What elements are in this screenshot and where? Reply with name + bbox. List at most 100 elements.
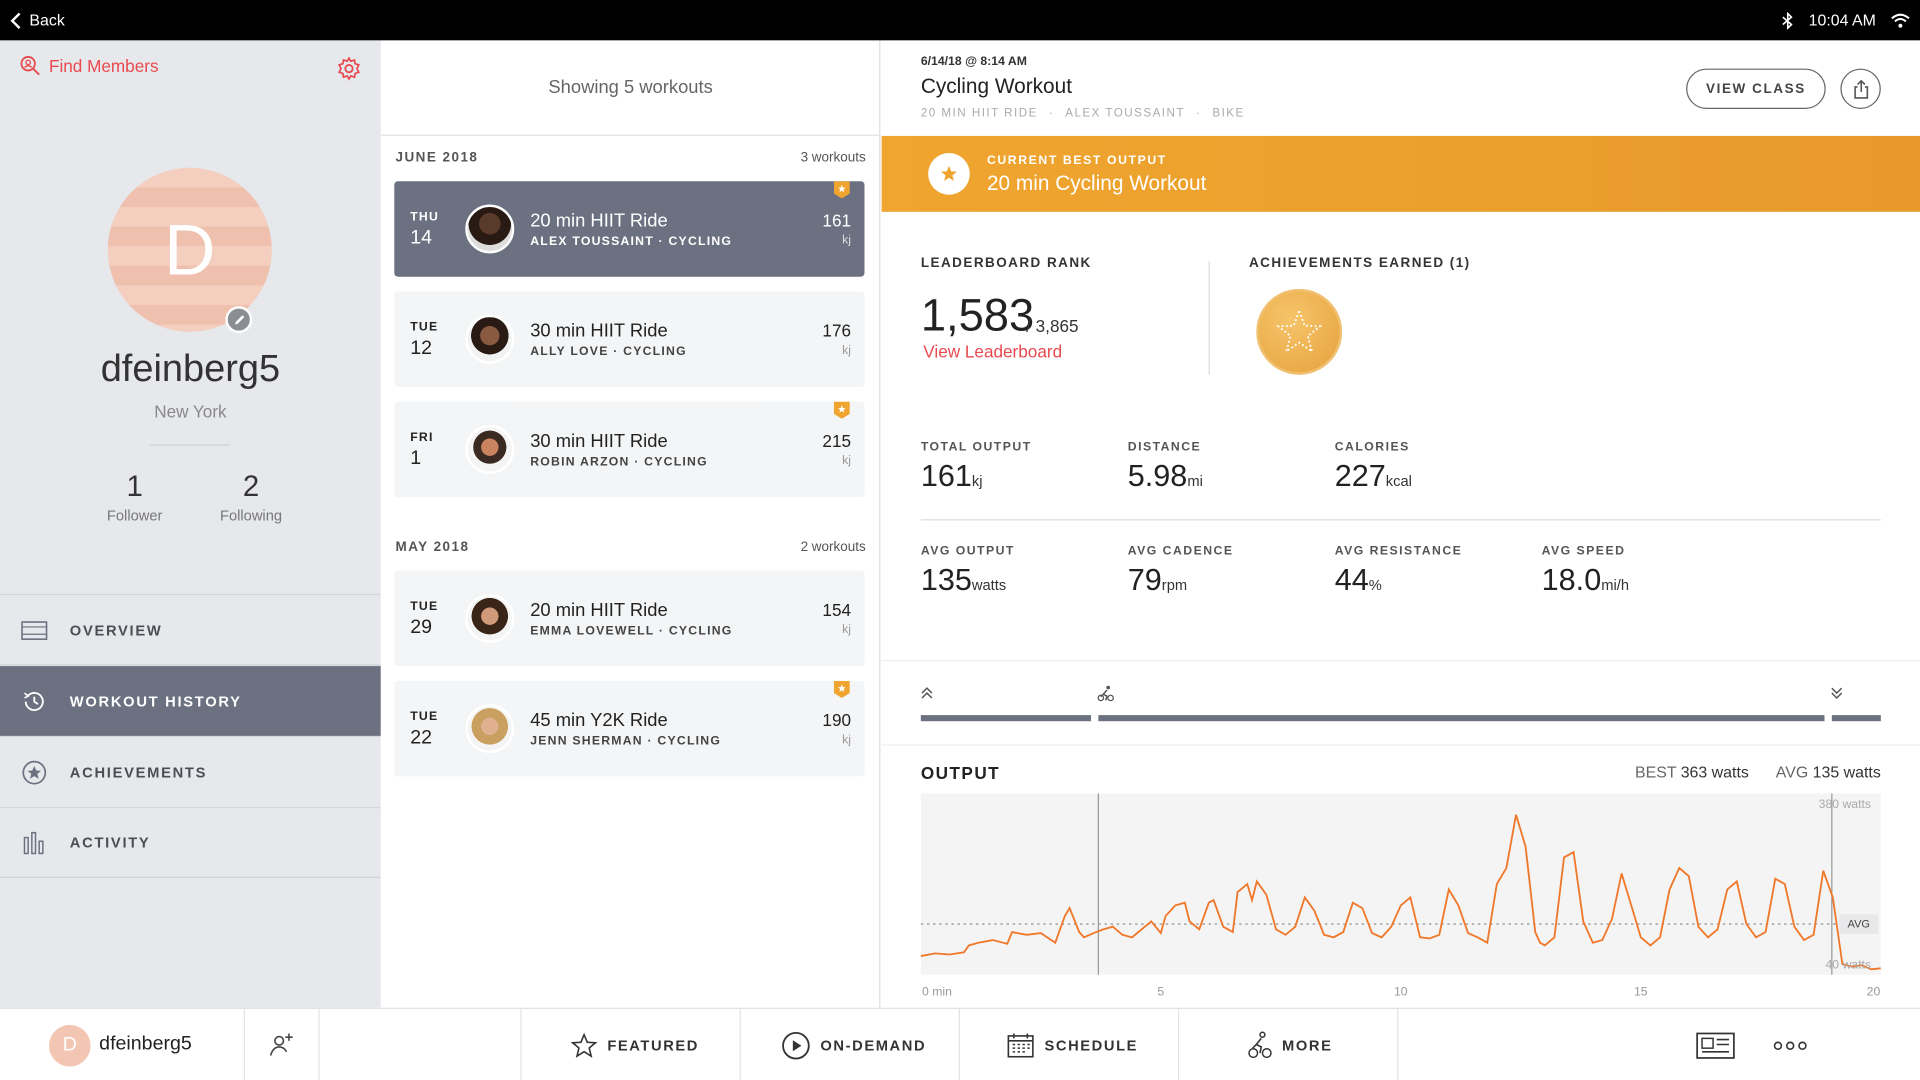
divider (318, 1008, 320, 1080)
y-tick-label: 380 watts (1819, 797, 1871, 811)
metric-avg-resistance: AVG RESISTANCE 44% (1335, 545, 1463, 599)
instructor-avatar (465, 704, 515, 754)
workout-output-unit: kj (842, 623, 852, 637)
workout-output: 176 (822, 320, 852, 341)
divider (520, 1008, 522, 1080)
back-label: Back (29, 11, 65, 30)
metric-unit: rpm (1161, 576, 1188, 594)
metric-label: AVG SPEED (1541, 544, 1626, 559)
news-icon[interactable] (1696, 1032, 1735, 1059)
gear-icon[interactable] (337, 56, 361, 81)
view-class-button[interactable]: VIEW CLASS (1686, 68, 1826, 109)
workout-day: THU (410, 210, 440, 225)
divider (1397, 1008, 1399, 1080)
bottom-nav-bar: D dfeinberg5 FEATURED ON-DEMAND SCHEDULE… (0, 1007, 1920, 1080)
metric-label: AVG RESISTANCE (1334, 544, 1463, 559)
nav-item-overview[interactable]: OVERVIEW (0, 593, 381, 665)
workout-card[interactable]: TUE 12 30 min HIIT Ride ALLY LOVE · CYCL… (394, 291, 865, 387)
instructor-avatar (465, 314, 515, 364)
metric-unit: watts (971, 576, 1007, 594)
more-label: MORE (1282, 1036, 1333, 1054)
leaderboard-rank: 1,583 (920, 290, 1035, 341)
workout-instructor: ALLY LOVE · CYCLING (530, 345, 687, 359)
best-output-workout: 20 min Cycling Workout (986, 171, 1207, 195)
edit-avatar-button[interactable] (225, 306, 253, 334)
workout-date: 22 (410, 727, 432, 749)
output-chart[interactable]: 380 watts 40 watts AVG 0 min 5 10 15 20 (920, 793, 1881, 1001)
nav-item-label: WORKOUT HISTORY (69, 692, 242, 710)
meta-class: 20 MIN HIIT RIDE (920, 106, 1038, 121)
x-axis: 0 min 5 10 15 20 (922, 985, 1880, 999)
star-icon (928, 153, 970, 195)
on-demand-tab[interactable]: ON-DEMAND (781, 1009, 926, 1080)
share-button[interactable] (1840, 68, 1881, 109)
metric-value: 5.98 (1127, 459, 1188, 494)
instructor-avatar (465, 204, 515, 254)
divider (739, 1008, 741, 1080)
best-badge-icon (833, 401, 850, 419)
workout-instructor: EMMA LOVEWELL · CYCLING (530, 624, 733, 638)
featured-tab[interactable]: FEATURED (570, 1009, 699, 1080)
search-people-icon (20, 56, 40, 76)
profile-location: New York (154, 401, 227, 422)
metric-avg-output: AVG OUTPUT 135watts (921, 545, 1015, 599)
avg-value: 135 watts (1812, 762, 1881, 782)
more-dots-icon[interactable] (1773, 1041, 1807, 1051)
metric-label: AVG CADENCE (1127, 544, 1234, 559)
divider (958, 1008, 961, 1080)
leaderboard-rank-label: LEADERBOARD RANK (920, 255, 1092, 271)
find-members-button[interactable]: Find Members (20, 55, 159, 77)
user-avatar[interactable]: D (48, 1024, 91, 1067)
avg-tag-label: AVG (1848, 919, 1870, 931)
schedule-tab[interactable]: SCHEDULE (1007, 1009, 1139, 1080)
followers-stat[interactable]: 1 Follower (86, 470, 184, 524)
view-leaderboard-link[interactable]: View Leaderboard (923, 342, 1062, 362)
workout-date: 1 (410, 448, 422, 469)
nav-item-workout-history[interactable]: WORKOUT HISTORY (0, 664, 381, 736)
nav-item-activity[interactable]: ACTIVITY (0, 806, 381, 878)
add-friend-icon[interactable] (268, 1031, 295, 1058)
nav-item-achievements[interactable]: ACHIEVEMENTS (0, 735, 381, 807)
status-bar: Back 10:04 AM (0, 0, 1920, 41)
best-value: 363 watts (1680, 762, 1749, 782)
workout-date: 14 (410, 227, 432, 249)
workout-title: 45 min Y2K Ride (530, 710, 668, 732)
workout-card[interactable]: THU 14 20 min HIIT Ride ALEX TOUSSAINT ·… (394, 181, 865, 277)
user-name-button[interactable]: dfeinberg5 (99, 1033, 192, 1055)
workout-detail-title: Cycling Workout (920, 74, 1072, 98)
divider (1208, 260, 1210, 375)
metric-value: 79 (1127, 563, 1162, 598)
workout-card[interactable]: FRI 1 30 min HIIT Ride ROBIN ARZON · CYC… (394, 401, 865, 498)
nav-item-label: OVERVIEW (69, 621, 163, 639)
achievement-medal-icon[interactable] (1256, 288, 1343, 375)
meta-equipment: BIKE (1212, 106, 1245, 121)
followers-label: Follower (106, 506, 163, 525)
meta-separator: · (1048, 106, 1055, 121)
back-button[interactable]: Back (10, 0, 65, 40)
following-stat[interactable]: 2 Following (202, 470, 300, 524)
workout-date: 29 (410, 617, 432, 638)
meta-separator: · (1195, 106, 1202, 121)
workout-card[interactable]: TUE 22 45 min Y2K Ride JENN SHERMAN · CY… (394, 680, 865, 777)
workout-output: 161 (822, 210, 852, 231)
metric-value: 227 (1334, 459, 1386, 494)
achievements-earned-label: ACHIEVEMENTS EARNED (1) (1248, 255, 1471, 271)
best-badge-icon (833, 181, 850, 199)
workout-day: TUE (410, 710, 439, 724)
workout-card[interactable]: TUE 29 20 min HIIT Ride EMMA LOVEWELL · … (394, 570, 865, 667)
profile-avatar: D (107, 167, 272, 332)
workout-day: TUE (410, 320, 439, 335)
more-tab[interactable]: MORE (1248, 1009, 1333, 1080)
avatar-initial: D (164, 210, 216, 290)
leaderboard-total: / 3,865 (1026, 315, 1079, 336)
history-icon (23, 691, 44, 711)
pencil-icon (234, 314, 244, 324)
metric-label: AVG OUTPUT (920, 544, 1015, 559)
bluetooth-icon (1782, 11, 1793, 29)
workout-output-unit: kj (842, 344, 852, 358)
schedule-label: SCHEDULE (1044, 1036, 1139, 1054)
metric-unit: mi/h (1601, 576, 1629, 594)
segment-cooldown (1831, 715, 1881, 722)
nav-item-label: ACHIEVEMENTS (69, 763, 208, 781)
clock: 10:04 AM (1808, 11, 1876, 30)
